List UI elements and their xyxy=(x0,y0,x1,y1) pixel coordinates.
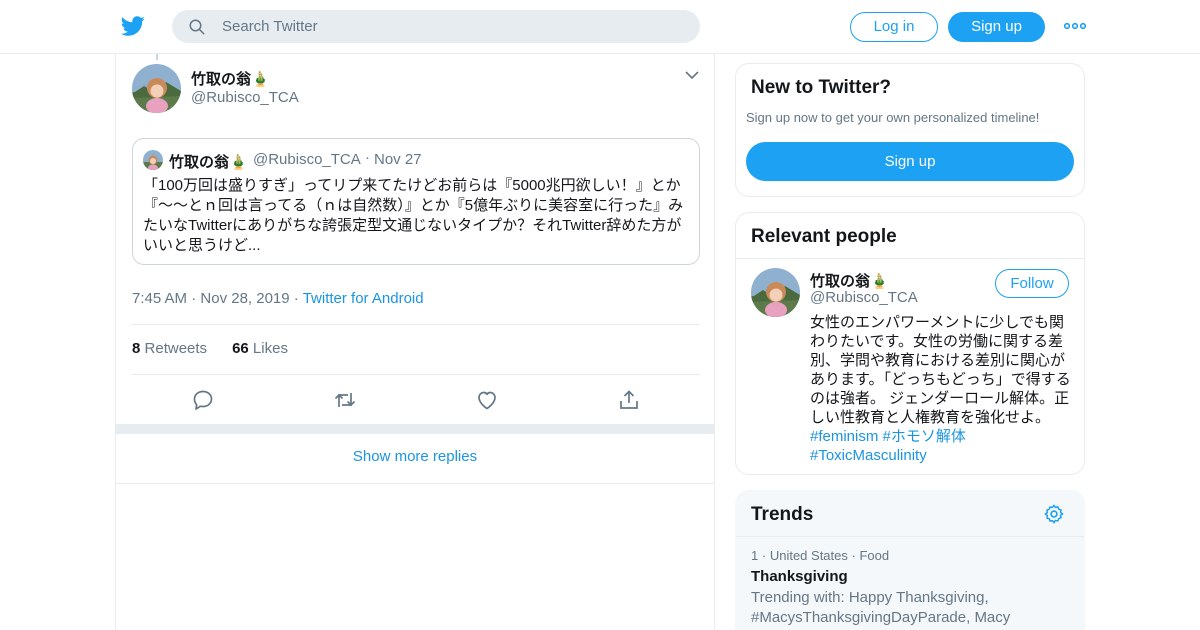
quoted-tweet[interactable]: 竹取の翁🎍 @Rubisco_TCA · Nov 27 「100万回は盛りすぎ」… xyxy=(132,138,700,265)
hashtag-link[interactable]: #feminism xyxy=(810,428,878,445)
separator-dot: · xyxy=(365,149,370,166)
follow-button[interactable]: Follow xyxy=(995,269,1069,298)
retweets-count: 8 xyxy=(132,340,141,357)
quoted-author-avatar xyxy=(143,150,163,170)
tweet-timestamp: 7:45 AM · Nov 28, 2019 · Twitter for And… xyxy=(132,290,424,307)
trend-location: United States xyxy=(769,548,848,563)
trend-related: Trending with: Happy Thanksgiving, #Macy… xyxy=(751,589,1011,626)
card-title: New to Twitter? xyxy=(751,77,892,98)
separator-dot: · xyxy=(191,290,197,307)
share-icon[interactable] xyxy=(617,388,641,412)
separator-dot: · xyxy=(293,290,299,307)
like-icon[interactable] xyxy=(475,388,499,412)
search-bar[interactable] xyxy=(172,10,700,43)
divider xyxy=(131,374,700,375)
signup-button[interactable]: Sign up xyxy=(948,12,1045,42)
quoted-text: 「100万回は盛りすぎ」ってリプ来てたけどお前らは『5000兆円欲しい！』とか『… xyxy=(143,177,684,254)
card-title: Trends xyxy=(751,504,814,525)
relevant-people-card: Relevant people 竹取の翁🎍 @Rubisco_TCA Follo… xyxy=(735,212,1085,475)
twitter-bird-icon[interactable] xyxy=(120,14,146,38)
separator-dot: · xyxy=(851,548,856,563)
reply-icon[interactable] xyxy=(191,388,215,412)
new-to-twitter-card: New to Twitter? Sign up now to get your … xyxy=(735,63,1085,197)
gear-icon[interactable] xyxy=(1043,503,1065,525)
person-bio: 女性のエンパワーメントに少しでも関わりたいです。女性の労働に関する差別、学問や教… xyxy=(810,313,1072,465)
login-button[interactable]: Log in xyxy=(850,12,938,42)
card-subtitle: Sign up now to get your own personalized… xyxy=(746,110,1040,125)
trend-category: Food xyxy=(859,548,890,563)
likes-label: Likes xyxy=(252,340,288,357)
retweet-icon[interactable] xyxy=(333,388,357,412)
quoted-date: Nov 27 xyxy=(374,151,422,168)
tweet-date[interactable]: Nov 28, 2019 xyxy=(200,290,289,307)
likes-stat[interactable]: 66 Likes xyxy=(232,340,288,357)
author-handle[interactable]: @Rubisco_TCA xyxy=(191,89,299,106)
trend-rank: 1 xyxy=(751,548,759,563)
more-dots-icon[interactable] xyxy=(1064,19,1086,33)
signup-large-button[interactable]: Sign up xyxy=(746,142,1074,181)
search-input[interactable] xyxy=(222,10,682,43)
quoted-author-name: 竹取の翁🎍 xyxy=(169,154,248,171)
trend-name-link[interactable]: Thanksgiving xyxy=(751,568,848,585)
tweet-time[interactable]: 7:45 AM xyxy=(132,290,187,307)
person-handle[interactable]: @Rubisco_TCA xyxy=(810,289,918,306)
search-icon xyxy=(189,19,205,35)
retweets-stat[interactable]: 8 Retweets xyxy=(132,340,207,357)
author-name[interactable]: 竹取の翁🎍 xyxy=(191,68,270,89)
tweet-column: 竹取の翁🎍 @Rubisco_TCA 竹取の翁🎍 @Rubisco_TCA · … xyxy=(115,54,715,630)
hashtag-link[interactable]: #ToxicMasculinity xyxy=(810,447,927,464)
hashtag-link[interactable]: #ホモソ解体 xyxy=(883,428,966,445)
section-gap xyxy=(116,424,714,434)
thread-line xyxy=(156,54,158,60)
chevron-down-icon[interactable] xyxy=(685,70,699,80)
likes-count: 66 xyxy=(232,340,249,357)
divider xyxy=(131,324,700,325)
tweet-stats: 8 Retweets 66 Likes xyxy=(132,340,288,357)
tweet-source-link[interactable]: Twitter for Android xyxy=(303,290,424,307)
author-avatar[interactable] xyxy=(132,64,181,113)
quoted-author-handle: @Rubisco_TCA xyxy=(253,151,361,168)
person-name[interactable]: 竹取の翁🎍 xyxy=(810,270,889,291)
retweets-label: Retweets xyxy=(144,340,208,357)
trend-meta: 1 · United States · Food xyxy=(751,548,889,563)
separator-dot: · xyxy=(761,548,767,563)
top-bar: Log in Sign up xyxy=(0,0,1200,54)
person-avatar[interactable] xyxy=(751,268,800,317)
bio-text: 女性のエンパワーメントに少しでも関わりたいです。女性の労働に関する差別、学問や教… xyxy=(810,314,1071,426)
divider xyxy=(736,536,1084,537)
card-title: Relevant people xyxy=(751,226,897,247)
show-more-replies-link[interactable]: Show more replies xyxy=(116,434,714,484)
divider xyxy=(736,258,1084,259)
trends-card: Trends 1 · United States · Food Thanksgi… xyxy=(735,490,1085,630)
